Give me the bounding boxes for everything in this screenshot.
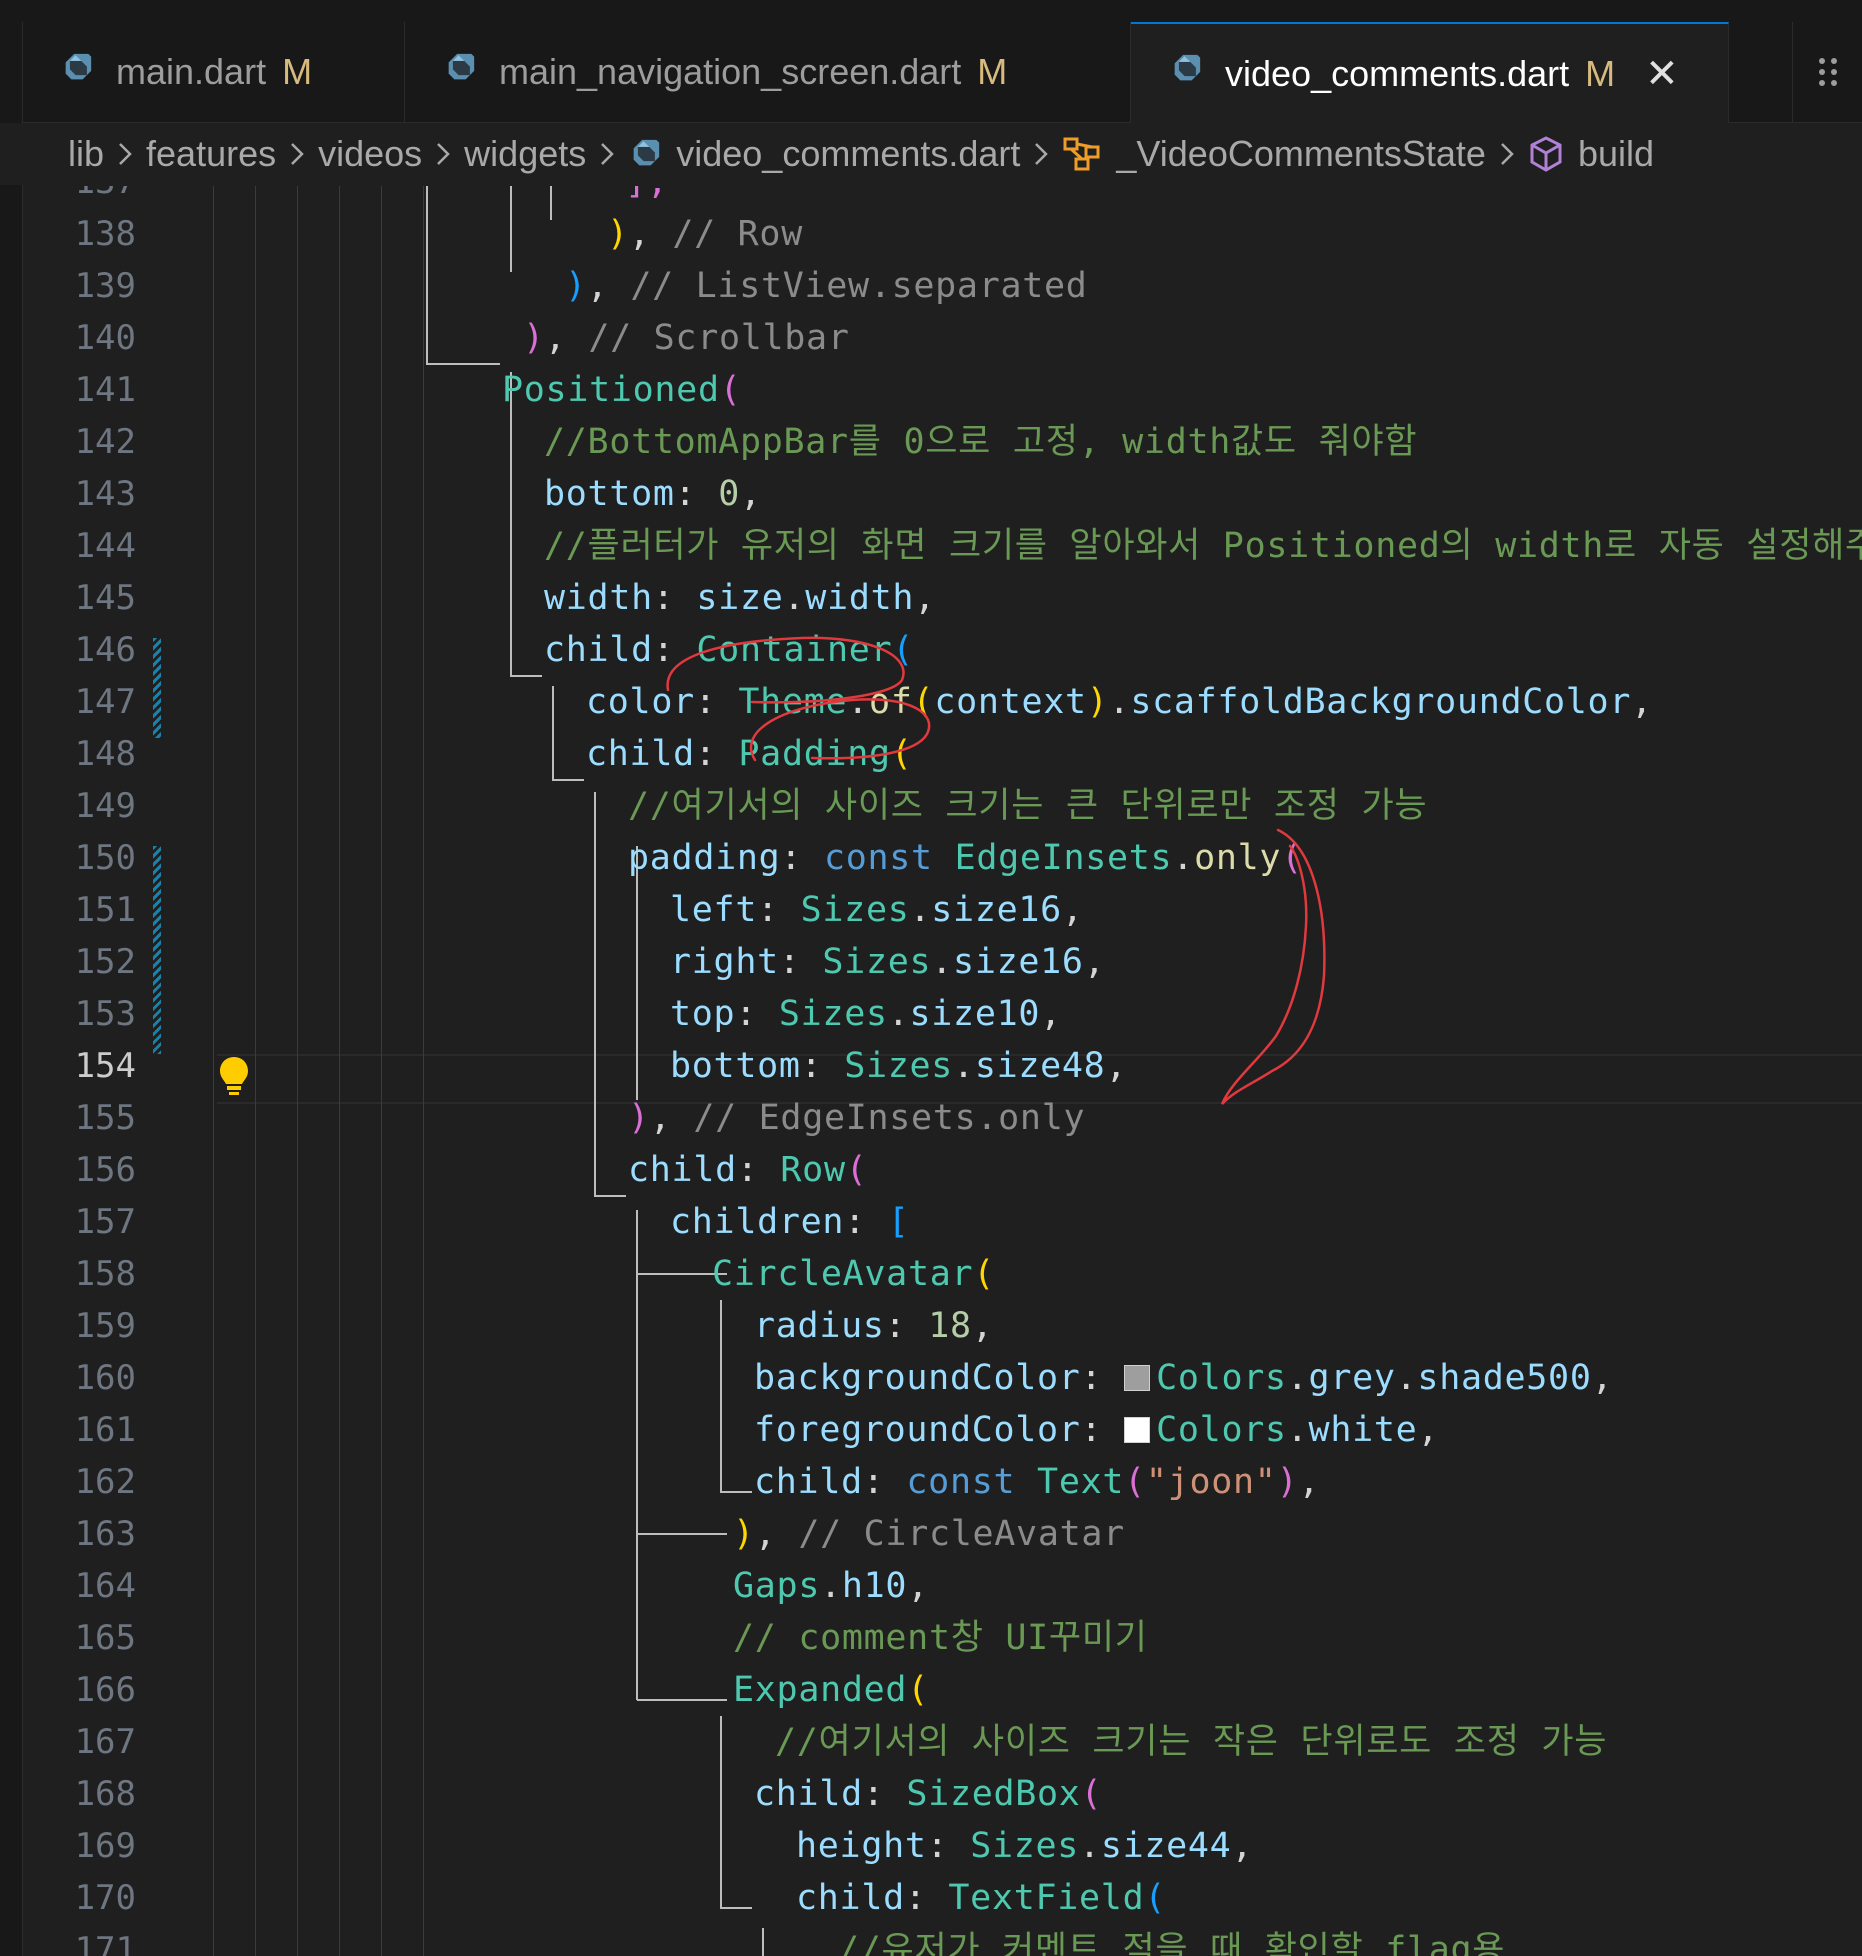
- chevron-right-icon: [1498, 139, 1516, 169]
- handwritten-annotation: [666, 636, 1326, 1105]
- tab-label: main_navigation_screen.dart: [499, 51, 962, 92]
- tab-label: main.dart: [116, 51, 267, 92]
- editor-tab-bar: main.dart M main_navigation_screen.dart …: [0, 22, 1862, 123]
- dart-file-icon: [443, 51, 477, 94]
- chevron-right-icon: [598, 139, 616, 169]
- breadcrumb-videos[interactable]: videos: [318, 133, 422, 175]
- breadcrumb-widgets[interactable]: widgets: [464, 133, 586, 175]
- modified-badge: M: [977, 51, 1008, 92]
- window-top-strip: [0, 0, 1862, 23]
- class-symbol-icon: [1062, 136, 1102, 172]
- method-cube-icon: [1528, 135, 1564, 173]
- tab-main-navigation-screen-dart[interactable]: main_navigation_screen.dart M: [405, 22, 1131, 122]
- chevron-right-icon: [1032, 139, 1050, 169]
- activity-edge: [0, 22, 23, 1956]
- breadcrumb-method[interactable]: build: [1578, 133, 1654, 175]
- code-editor[interactable]: 137 138 139 140 141 142 143 144 145 146 …: [22, 186, 1862, 1956]
- breadcrumb: lib features videos widgets video_commen…: [0, 123, 1862, 185]
- dart-file-icon: [628, 137, 662, 171]
- chevron-right-icon: [288, 139, 306, 169]
- breadcrumb-lib[interactable]: lib: [68, 133, 104, 175]
- breadcrumb-file[interactable]: video_comments.dart: [676, 133, 1020, 175]
- close-icon[interactable]: ✕: [1645, 51, 1679, 97]
- tab-label: video_comments.dart: [1225, 52, 1570, 94]
- tab-main-dart[interactable]: main.dart M: [22, 22, 405, 122]
- chevron-right-icon: [116, 139, 134, 169]
- dart-file-icon: [60, 51, 94, 94]
- chevron-right-icon: [434, 139, 452, 169]
- modified-badge: M: [1585, 52, 1616, 94]
- breadcrumb-features[interactable]: features: [146, 133, 276, 175]
- tab-video-comments-dart[interactable]: video_comments.dart M ✕: [1131, 22, 1729, 123]
- breadcrumb-class[interactable]: _VideoCommentsState: [1116, 133, 1486, 175]
- dart-file-icon: [1169, 52, 1203, 95]
- modified-badge: M: [282, 51, 313, 92]
- more-grip-icon[interactable]: [1792, 22, 1862, 122]
